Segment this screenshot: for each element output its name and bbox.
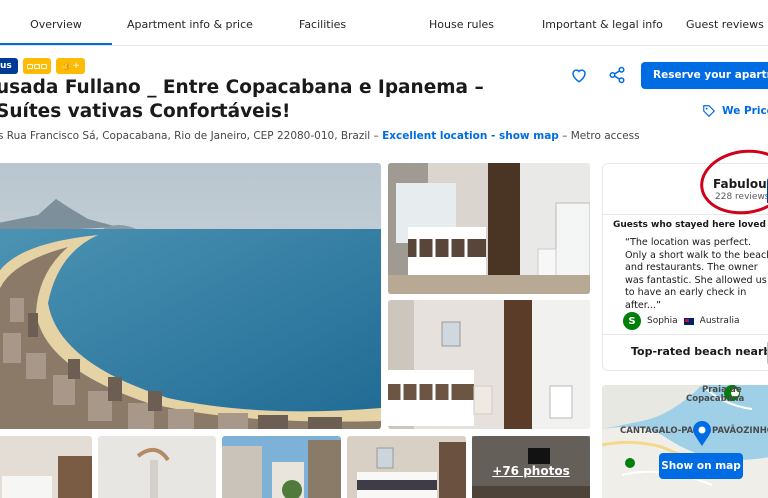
property-title: usada Fullano _ Entre Copacabana e Ipane…: [0, 77, 484, 122]
show-map-link[interactable]: Excellent location - show map: [382, 130, 559, 142]
thumbs-up-icon: 👍+: [56, 58, 85, 74]
australia-flag-icon: [683, 317, 694, 325]
square-icon: [34, 63, 40, 69]
square-icon: [41, 63, 47, 69]
map-label: CANTAGALO-PA: [620, 426, 694, 436]
property-type-badge: us: [0, 58, 18, 74]
map-pin-icon: [693, 421, 711, 446]
bedroom-photo[interactable]: [388, 163, 590, 294]
main-photo[interactable]: [0, 163, 381, 429]
tab-house-rules[interactable]: House rules: [429, 0, 494, 45]
tab-facilities[interactable]: Facilities: [299, 0, 346, 45]
tab-apartment-info-price[interactable]: Apartment info & price: [127, 0, 253, 45]
price-match-link[interactable]: We Price M: [702, 103, 768, 119]
more-photos-link[interactable]: +76 photos: [472, 436, 590, 498]
thumbnail-photo[interactable]: [347, 436, 466, 498]
show-on-map-button[interactable]: Show on map: [659, 453, 743, 479]
reviewer-country: Australia: [699, 316, 740, 326]
address-suffix: – Metro access: [562, 130, 640, 142]
tab-important-legal-info[interactable]: Important & legal info: [542, 0, 663, 45]
address-text: s Rua Francisco Sá, Copacabana, Rio de J…: [0, 130, 379, 142]
square-icon: [27, 63, 33, 69]
heart-icon[interactable]: [570, 66, 588, 84]
map-label: Copacabana: [686, 394, 745, 404]
share-icon[interactable]: [608, 66, 626, 84]
nav-tabs: Overview Apartment info & price Faciliti…: [0, 0, 768, 46]
thumbnail-photo[interactable]: [222, 436, 341, 498]
divider: [603, 334, 768, 335]
loved-title: Guests who stayed here loved: [613, 220, 766, 230]
rating-squares: [23, 58, 51, 74]
reviewer-name: Sophia: [647, 316, 678, 326]
beach-highlight: Top-rated beach nearby: [631, 345, 768, 358]
map-label: PAVÃOZINHO: [712, 426, 768, 436]
tab-guest-reviews[interactable]: Guest reviews (228): [686, 0, 768, 45]
tag-icon: [703, 105, 716, 118]
thumbnail-photo[interactable]: [98, 436, 216, 498]
reserve-button[interactable]: Reserve your apartment: [641, 62, 768, 89]
map-preview[interactable]: Praia de Copacabana CANTAGALO-PA PAVÃOZI…: [602, 385, 768, 498]
reviewer: S Sophia Australia: [623, 312, 739, 330]
avatar: S: [623, 312, 641, 330]
thumbnail-photo[interactable]: [0, 436, 92, 498]
property-address: s Rua Francisco Sá, Copacabana, Rio de J…: [0, 130, 640, 142]
room-bathroom-photo[interactable]: [388, 300, 590, 429]
price-match-label: We Price M: [722, 105, 768, 117]
review-quote: “The location was perfect. Only a short …: [625, 237, 768, 311]
tab-overview[interactable]: Overview: [0, 0, 112, 45]
